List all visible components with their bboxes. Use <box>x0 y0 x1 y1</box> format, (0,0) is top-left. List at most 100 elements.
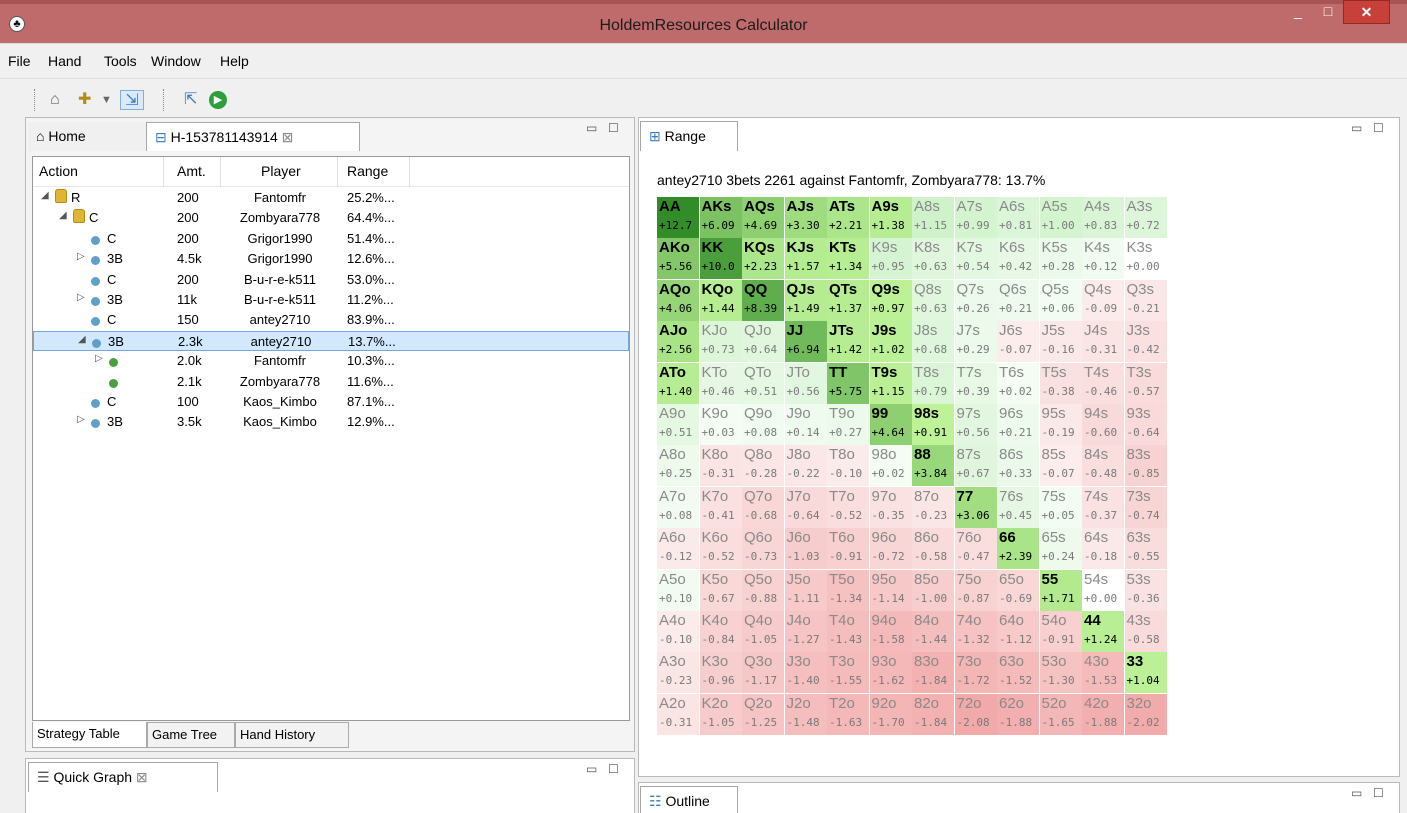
range-cell[interactable]: 97o -0.35 <box>869 486 912 528</box>
range-cell[interactable]: K8o -0.31 <box>699 445 742 487</box>
range-cell[interactable]: A3s +0.72 <box>1124 197 1167 238</box>
range-cell[interactable]: 66 +2.39 <box>997 528 1039 570</box>
range-cell[interactable]: A5s +1.00 <box>1039 197 1082 238</box>
range-cell[interactable]: TT +5.75 <box>827 362 869 404</box>
range-cell[interactable]: Q8s +0.63 <box>912 279 954 321</box>
range-cell[interactable]: T9s +1.15 <box>869 362 912 404</box>
range-cell[interactable]: J9o +0.14 <box>784 404 827 445</box>
minimize-view-icon[interactable]: ▭ <box>1351 121 1362 135</box>
range-cell[interactable]: K7o -0.41 <box>699 486 742 528</box>
range-cell[interactable]: J5s -0.16 <box>1039 321 1082 363</box>
range-cell[interactable]: ATo +1.40 <box>657 362 699 404</box>
range-cell[interactable]: 75o -0.87 <box>954 569 997 611</box>
range-cell[interactable]: 94s -0.60 <box>1082 404 1124 445</box>
range-cell[interactable]: T5s -0.38 <box>1039 362 1082 404</box>
range-cell[interactable]: A6o -0.12 <box>657 528 699 570</box>
range-cell[interactable]: QJs +1.49 <box>784 279 827 321</box>
new-file-icon[interactable]: ✚ <box>78 90 91 110</box>
range-cell[interactable]: 98s +0.91 <box>912 404 954 445</box>
range-cell[interactable]: AQo +4.06 <box>657 279 699 321</box>
range-cell[interactable]: A3o -0.23 <box>657 652 699 694</box>
minimize-view-icon[interactable]: ▭ <box>586 121 597 135</box>
range-cell[interactable]: A2o -0.31 <box>657 693 699 735</box>
tab-strategy-table[interactable]: Strategy Table <box>32 722 147 748</box>
range-cell[interactable]: 86s +0.33 <box>997 445 1039 487</box>
range-cell[interactable]: 73s -0.74 <box>1124 486 1167 528</box>
table-row[interactable]: C 150 antey2710 83.9%... <box>33 310 629 330</box>
range-cell[interactable]: JTo +0.56 <box>784 362 827 404</box>
column-amt[interactable]: Amt. <box>177 163 206 179</box>
range-cell[interactable]: 72o -2.08 <box>954 693 997 735</box>
range-cell[interactable]: 42o -1.88 <box>1082 693 1124 735</box>
range-cell[interactable]: KJo +0.73 <box>699 321 742 363</box>
menu-file[interactable]: File <box>8 53 31 69</box>
close-button[interactable]: ✕ <box>1343 0 1390 24</box>
range-cell[interactable]: QTs +1.37 <box>827 279 869 321</box>
range-cell[interactable]: J9s +1.02 <box>869 321 912 363</box>
range-cell[interactable]: T3o -1.55 <box>827 652 869 694</box>
range-cell[interactable]: KQs +2.23 <box>742 238 784 280</box>
range-cell[interactable]: ATs +2.21 <box>827 197 869 238</box>
menu-hand[interactable]: Hand <box>48 53 81 69</box>
range-cell[interactable]: 86o -0.58 <box>912 528 954 570</box>
range-cell[interactable]: 76s +0.45 <box>997 486 1039 528</box>
range-cell[interactable]: A8s +1.15 <box>912 197 954 238</box>
range-cell[interactable]: K3o -0.96 <box>699 652 742 694</box>
range-cell[interactable]: 65o -0.69 <box>997 569 1039 611</box>
range-cell[interactable]: T4s -0.46 <box>1082 362 1124 404</box>
range-cell[interactable]: K6o -0.52 <box>699 528 742 570</box>
range-cell[interactable]: K4s +0.12 <box>1082 238 1124 280</box>
table-row[interactable]: ▷ 3B 3.5k Kaos_Kimbo 12.9%... <box>33 412 629 432</box>
range-cell[interactable]: 76o -0.47 <box>954 528 997 570</box>
range-cell[interactable]: Q6s +0.21 <box>997 279 1039 321</box>
range-cell[interactable]: KQo +1.44 <box>699 279 742 321</box>
range-cell[interactable]: T9o +0.27 <box>827 404 869 445</box>
range-cell[interactable]: 84s -0.48 <box>1082 445 1124 487</box>
range-cell[interactable]: K5s +0.28 <box>1039 238 1082 280</box>
range-cell[interactable]: 83s -0.85 <box>1124 445 1167 487</box>
range-cell[interactable]: 65s +0.24 <box>1039 528 1082 570</box>
range-cell[interactable]: A4o -0.10 <box>657 611 699 652</box>
maximize-view-icon[interactable]: ☐ <box>608 121 619 135</box>
range-cell[interactable]: A7o +0.08 <box>657 486 699 528</box>
table-row[interactable]: C 200 B-u-r-e-k511 53.0%... <box>33 270 629 290</box>
range-cell[interactable]: A9o +0.51 <box>657 404 699 445</box>
expand-arrow-icon[interactable]: ◢ <box>41 190 49 201</box>
range-cell[interactable]: 33 +1.04 <box>1124 652 1167 694</box>
expand-arrow-icon[interactable]: ◢ <box>78 334 86 345</box>
maximize-view-icon[interactable]: ☐ <box>608 762 619 776</box>
tab-hand-history[interactable]: Hand History <box>235 722 349 748</box>
range-cell[interactable]: T7s +0.39 <box>954 362 997 404</box>
table-row[interactable]: ▷ 3B 11k B-u-r-e-k511 11.2%... <box>33 290 629 310</box>
range-cell[interactable]: KTs +1.34 <box>827 238 869 280</box>
maximize-button[interactable]: □ <box>1313 0 1343 24</box>
range-cell[interactable]: 95s -0.19 <box>1039 404 1082 445</box>
range-cell[interactable]: 44 +1.24 <box>1082 611 1124 652</box>
range-cell[interactable]: 63o -1.52 <box>997 652 1039 694</box>
range-cell[interactable]: AQs +4.69 <box>742 197 784 238</box>
range-cell[interactable]: A9s +1.38 <box>869 197 912 238</box>
tab-range[interactable]: ⊞ Range <box>640 121 738 151</box>
table-row[interactable]: ◢ R 200 Fantomfr 25.2%... <box>33 188 629 208</box>
menu-window[interactable]: Window <box>151 53 201 69</box>
range-cell[interactable]: Q9s +0.97 <box>869 279 912 321</box>
range-cell[interactable]: T4o -1.43 <box>827 611 869 652</box>
range-cell[interactable]: 87s +0.67 <box>954 445 997 487</box>
range-cell[interactable]: Q7s +0.26 <box>954 279 997 321</box>
range-cell[interactable]: 93o -1.62 <box>869 652 912 694</box>
range-cell[interactable]: AKs +6.09 <box>699 197 742 238</box>
maximize-view-icon[interactable]: ☐ <box>1373 121 1384 135</box>
tab-quick-graph[interactable]: ☰ Quick Graph ⊠ <box>28 762 218 792</box>
range-cell[interactable]: 62o -1.88 <box>997 693 1039 735</box>
range-cell[interactable]: J8s +0.68 <box>912 321 954 363</box>
range-cell[interactable]: Q4o -1.05 <box>742 611 784 652</box>
range-cell[interactable]: Q9o +0.08 <box>742 404 784 445</box>
range-cell[interactable]: J6o -1.03 <box>784 528 827 570</box>
range-cell[interactable]: J4s -0.31 <box>1082 321 1124 363</box>
range-cell[interactable]: Q3s -0.21 <box>1124 279 1167 321</box>
table-row[interactable]: ◢ C 200 Zombyara778 64.4%... <box>33 208 629 228</box>
range-cell[interactable]: K5o -0.67 <box>699 569 742 611</box>
range-cell[interactable]: J2o -1.48 <box>784 693 827 735</box>
range-cell[interactable]: 55 +1.71 <box>1039 569 1082 611</box>
range-cell[interactable]: T8o -0.10 <box>827 445 869 487</box>
